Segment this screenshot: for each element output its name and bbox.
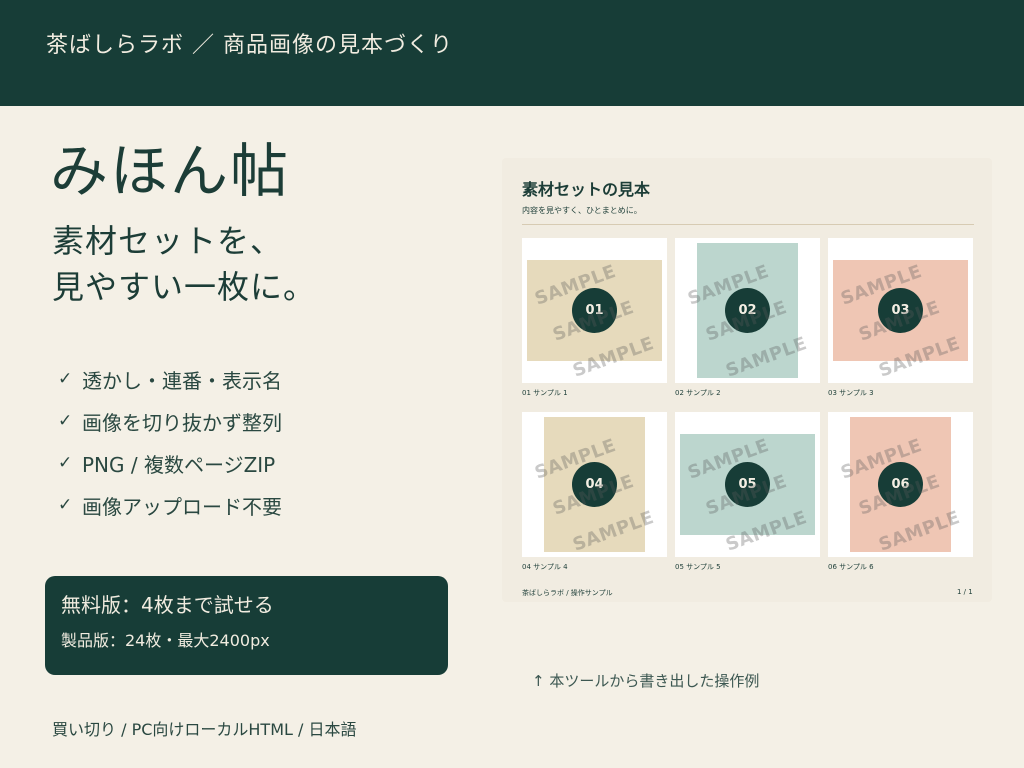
card-label: 06 サンプル 6 (828, 563, 874, 571)
page-indicator: 1 / 1 (957, 588, 973, 596)
caption: ↑ 本ツールから書き出した操作例 (532, 672, 760, 690)
feature-list: ✓ 透かし・連番・表示名 ✓ 画像を切り抜かず整列 ✓ PNG / 複数ページZ… (58, 358, 282, 526)
header-bar: 茶ばしらラボ ／ 商品画像の見本づくり (0, 0, 1024, 106)
subtitle-line-2: 見やすい一枚に。 (52, 268, 317, 306)
feature-item: ✓ 画像を切り抜かず整列 (58, 400, 282, 442)
sample-sheet-preview: 素材セットの見本 内容を見やすく、ひとまとめに。 01 SAMPLE SAMPL… (502, 158, 992, 602)
feature-item: ✓ 画像アップロード不要 (58, 484, 282, 526)
paid-plan-text: 製品版：24枚・最大2400px (61, 631, 270, 650)
page-title: みほん帖 (50, 137, 291, 205)
pricing-box: 無料版：4枚まで試せる 製品版：24枚・最大2400px (45, 576, 448, 675)
feature-text: 画像を切り抜かず整列 (82, 410, 282, 435)
feature-text: 画像アップロード不要 (82, 494, 282, 519)
subtitle-line-1: 素材セットを、 (52, 222, 284, 260)
feature-item: ✓ 透かし・連番・表示名 (58, 358, 282, 400)
card-label: 03 サンプル 3 (828, 389, 874, 397)
feature-item: ✓ PNG / 複数ページZIP (58, 442, 282, 484)
sample-sheet-title: 素材セットの見本 (522, 180, 651, 199)
sample-sheet-subtitle: 内容を見やすく、ひとまとめに。 (522, 206, 642, 215)
divider (522, 224, 974, 225)
sample-card-1: 01 SAMPLE SAMPLE SAMPLE (522, 238, 667, 383)
card-label: 04 サンプル 4 (522, 563, 568, 571)
check-icon: ✓ (58, 453, 73, 473)
feature-text: PNG / 複数ページZIP (82, 452, 276, 477)
feature-text: 透かし・連番・表示名 (82, 368, 282, 393)
sample-card-2: 02 SAMPLE SAMPLE SAMPLE (675, 238, 820, 383)
card-label: 05 サンプル 5 (675, 563, 721, 571)
card-label: 02 サンプル 2 (675, 389, 721, 397)
header-title: 茶ばしらラボ ／ 商品画像の見本づくり (46, 33, 453, 58)
check-icon: ✓ (58, 411, 73, 431)
check-icon: ✓ (58, 369, 73, 389)
subtitle: 素材セットを、 見やすい一枚に。 (52, 218, 316, 310)
sample-card-5: 05 SAMPLE SAMPLE SAMPLE (675, 412, 820, 557)
sample-card-4: 04 SAMPLE SAMPLE SAMPLE (522, 412, 667, 557)
free-plan-text: 無料版：4枚まで試せる (61, 593, 274, 617)
footer-note: 買い切り / PC向けローカルHTML / 日本語 (52, 720, 357, 739)
sample-sheet-footer: 茶ばしらラボ / 操作サンプル (522, 589, 613, 597)
check-icon: ✓ (58, 495, 73, 515)
card-label: 01 サンプル 1 (522, 389, 568, 397)
sample-card-3: 03 SAMPLE SAMPLE SAMPLE (828, 238, 973, 383)
sample-card-6: 06 SAMPLE SAMPLE SAMPLE (828, 412, 973, 557)
